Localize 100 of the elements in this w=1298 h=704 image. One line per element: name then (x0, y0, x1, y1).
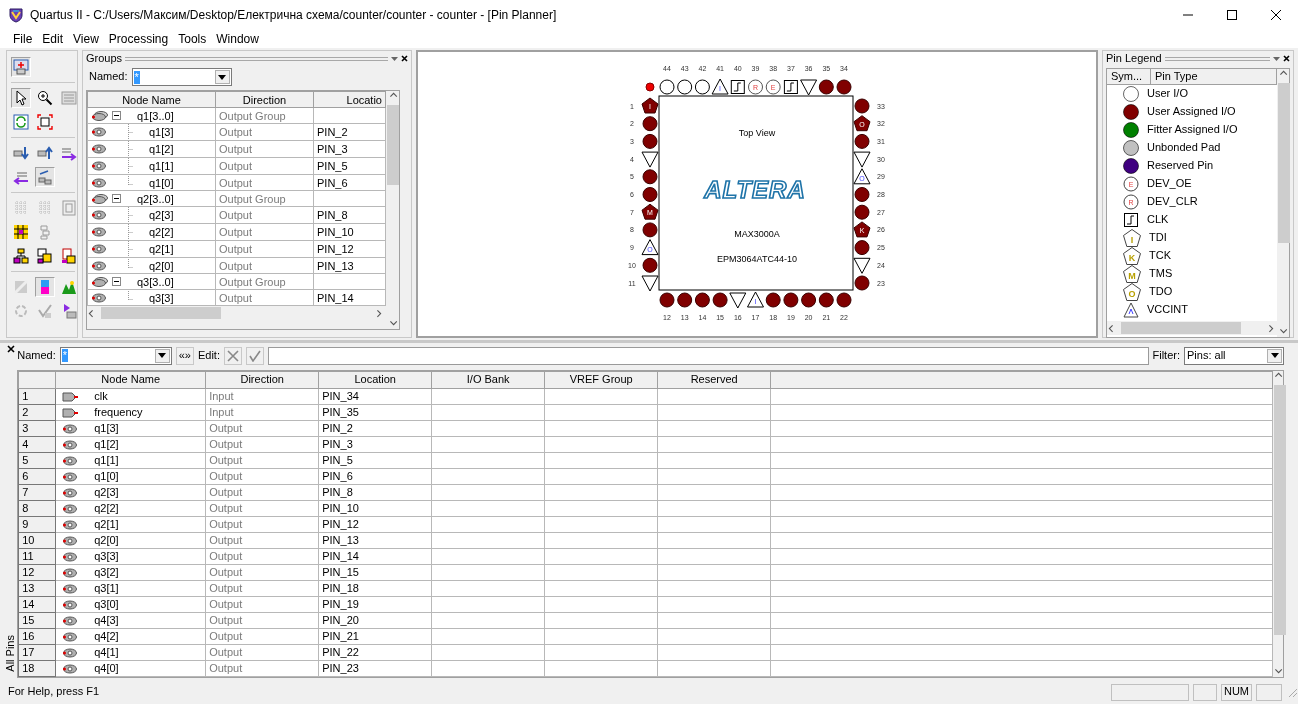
output-pin-icon (62, 567, 79, 578)
close-icon[interactable] (6, 345, 15, 353)
tree-node-label[interactable]: q1[0] (149, 175, 174, 190)
status-panel (1256, 683, 1282, 701)
fit-icon (37, 114, 53, 130)
tree-node-label[interactable]: q2[2] (149, 225, 174, 239)
table-cell: Output (215, 157, 314, 175)
tool-button[interactable] (11, 246, 31, 266)
table-cell: PIN_21 (318, 628, 432, 645)
table-cell: PIN_15 (318, 564, 432, 581)
column-header[interactable]: VREF Group (544, 371, 658, 389)
column-header[interactable]: Reserved (657, 371, 771, 389)
scrollbar-thumb[interactable] (1278, 83, 1290, 243)
table-cell: PIN_13 (313, 257, 386, 274)
vertical-scrollbar[interactable] (386, 91, 399, 329)
assigned-pin (642, 169, 658, 185)
column-header[interactable]: Node Name (87, 91, 216, 108)
vertical-scrollbar[interactable] (1273, 371, 1283, 677)
triangle-icon (1123, 302, 1139, 318)
table-cell: Output (205, 500, 319, 517)
output-pin-icon (91, 144, 107, 154)
assigned-pin (659, 292, 675, 308)
field-label: Edit: (197, 348, 220, 363)
column-header[interactable]: I/O Bank (431, 371, 545, 389)
panel-title: Pin Legend (1106, 51, 1162, 66)
tool-button[interactable] (35, 246, 55, 266)
menu-item[interactable]: File (8, 30, 38, 48)
dropdown-icon[interactable] (1273, 56, 1280, 61)
table-cell: PIN_18 (318, 580, 432, 597)
tree-node-label[interactable]: q1[3] (149, 125, 174, 139)
column-header[interactable]: Node Name (55, 371, 206, 389)
horizontal-scrollbar[interactable] (1107, 321, 1277, 335)
column-header[interactable]: Sym... (1107, 69, 1151, 85)
shade-icon (13, 279, 29, 295)
tree-node-label[interactable]: q2[3] (149, 208, 174, 222)
table-cell: PIN_13 (318, 532, 432, 549)
scrollbar-thumb[interactable] (1121, 322, 1241, 334)
scrollbar-thumb[interactable] (101, 307, 221, 319)
menu-item[interactable]: Edit (37, 30, 69, 48)
legend-label: Fitter Assigned I/O (1147, 123, 1238, 137)
edit-field[interactable] (268, 346, 1149, 365)
arrow-left-icon (13, 169, 29, 185)
legend-label: User I/O (1147, 87, 1188, 101)
dropdown-icon[interactable] (391, 56, 398, 61)
output-pin-icon (62, 535, 79, 546)
menu-item[interactable]: Processing (103, 30, 174, 48)
column-header[interactable]: Location (318, 371, 432, 389)
table-cell: PIN_2 (318, 420, 432, 437)
pointer-icon (13, 90, 29, 106)
output-pin-icon (62, 583, 79, 594)
tree-node-label[interactable]: q1[2] (149, 142, 174, 156)
assigned-pin (642, 133, 658, 149)
legend-label: TCK (1149, 249, 1171, 263)
node-name: q4[2] (94, 629, 119, 644)
clock-pin (730, 80, 745, 94)
panel-tab[interactable]: All Pins (4, 635, 18, 672)
table-cell: PIN_10 (313, 223, 386, 241)
assigned-pin (783, 292, 799, 308)
tree-node-label[interactable]: q3[3] (149, 290, 174, 305)
table-cell: PIN_23 (318, 660, 432, 677)
vertical-scrollbar[interactable] (1277, 69, 1289, 337)
column-header[interactable]: Locatio (313, 91, 386, 108)
table-cell: Output (205, 420, 319, 437)
resize-grip-icon[interactable] (1286, 686, 1298, 698)
table-cell: Output (205, 468, 319, 485)
tree-node-label[interactable]: q1[1] (149, 159, 174, 173)
expander-icon[interactable] (112, 277, 121, 286)
assigned-pin (642, 116, 658, 132)
tree-line (128, 290, 133, 300)
tool-button[interactable] (35, 88, 55, 108)
output-pin-icon (62, 551, 79, 562)
table-cell: Output (205, 580, 319, 597)
tool-button[interactable] (11, 88, 31, 108)
tool-button[interactable] (11, 222, 31, 242)
table-cell: Input (205, 388, 319, 405)
output-pin-icon (91, 292, 107, 303)
column-header[interactable]: Direction (215, 91, 314, 108)
filter-dropdown[interactable]: Pins: all (1184, 346, 1284, 365)
output-pin-icon (91, 210, 107, 220)
column-header[interactable]: Pin Type (1151, 69, 1277, 85)
output-group-icon (91, 110, 108, 121)
tree-node-label[interactable]: q2[0] (149, 258, 174, 273)
close-icon[interactable] (401, 55, 408, 62)
menu-item[interactable]: Tools (173, 30, 212, 48)
close-icon[interactable] (1283, 55, 1290, 62)
menu-item[interactable]: Window (211, 30, 264, 48)
cycle-icon (13, 303, 29, 319)
expand-button[interactable]: «» (175, 346, 194, 365)
tree-node-label[interactable]: q2[1] (149, 242, 174, 256)
expander-icon[interactable] (112, 111, 121, 120)
table-cell: PIN_22 (318, 644, 432, 661)
scrollbar-thumb[interactable] (387, 105, 399, 185)
cancel-button[interactable] (224, 346, 242, 365)
apply-button[interactable] (246, 346, 264, 365)
hierarchy-icon (61, 248, 77, 264)
assigned-pin (854, 98, 870, 114)
scrollbar-thumb[interactable] (1274, 385, 1286, 635)
menu-item[interactable]: View (68, 30, 104, 48)
column-header[interactable]: Direction (205, 371, 319, 389)
expander-icon[interactable] (112, 194, 121, 203)
